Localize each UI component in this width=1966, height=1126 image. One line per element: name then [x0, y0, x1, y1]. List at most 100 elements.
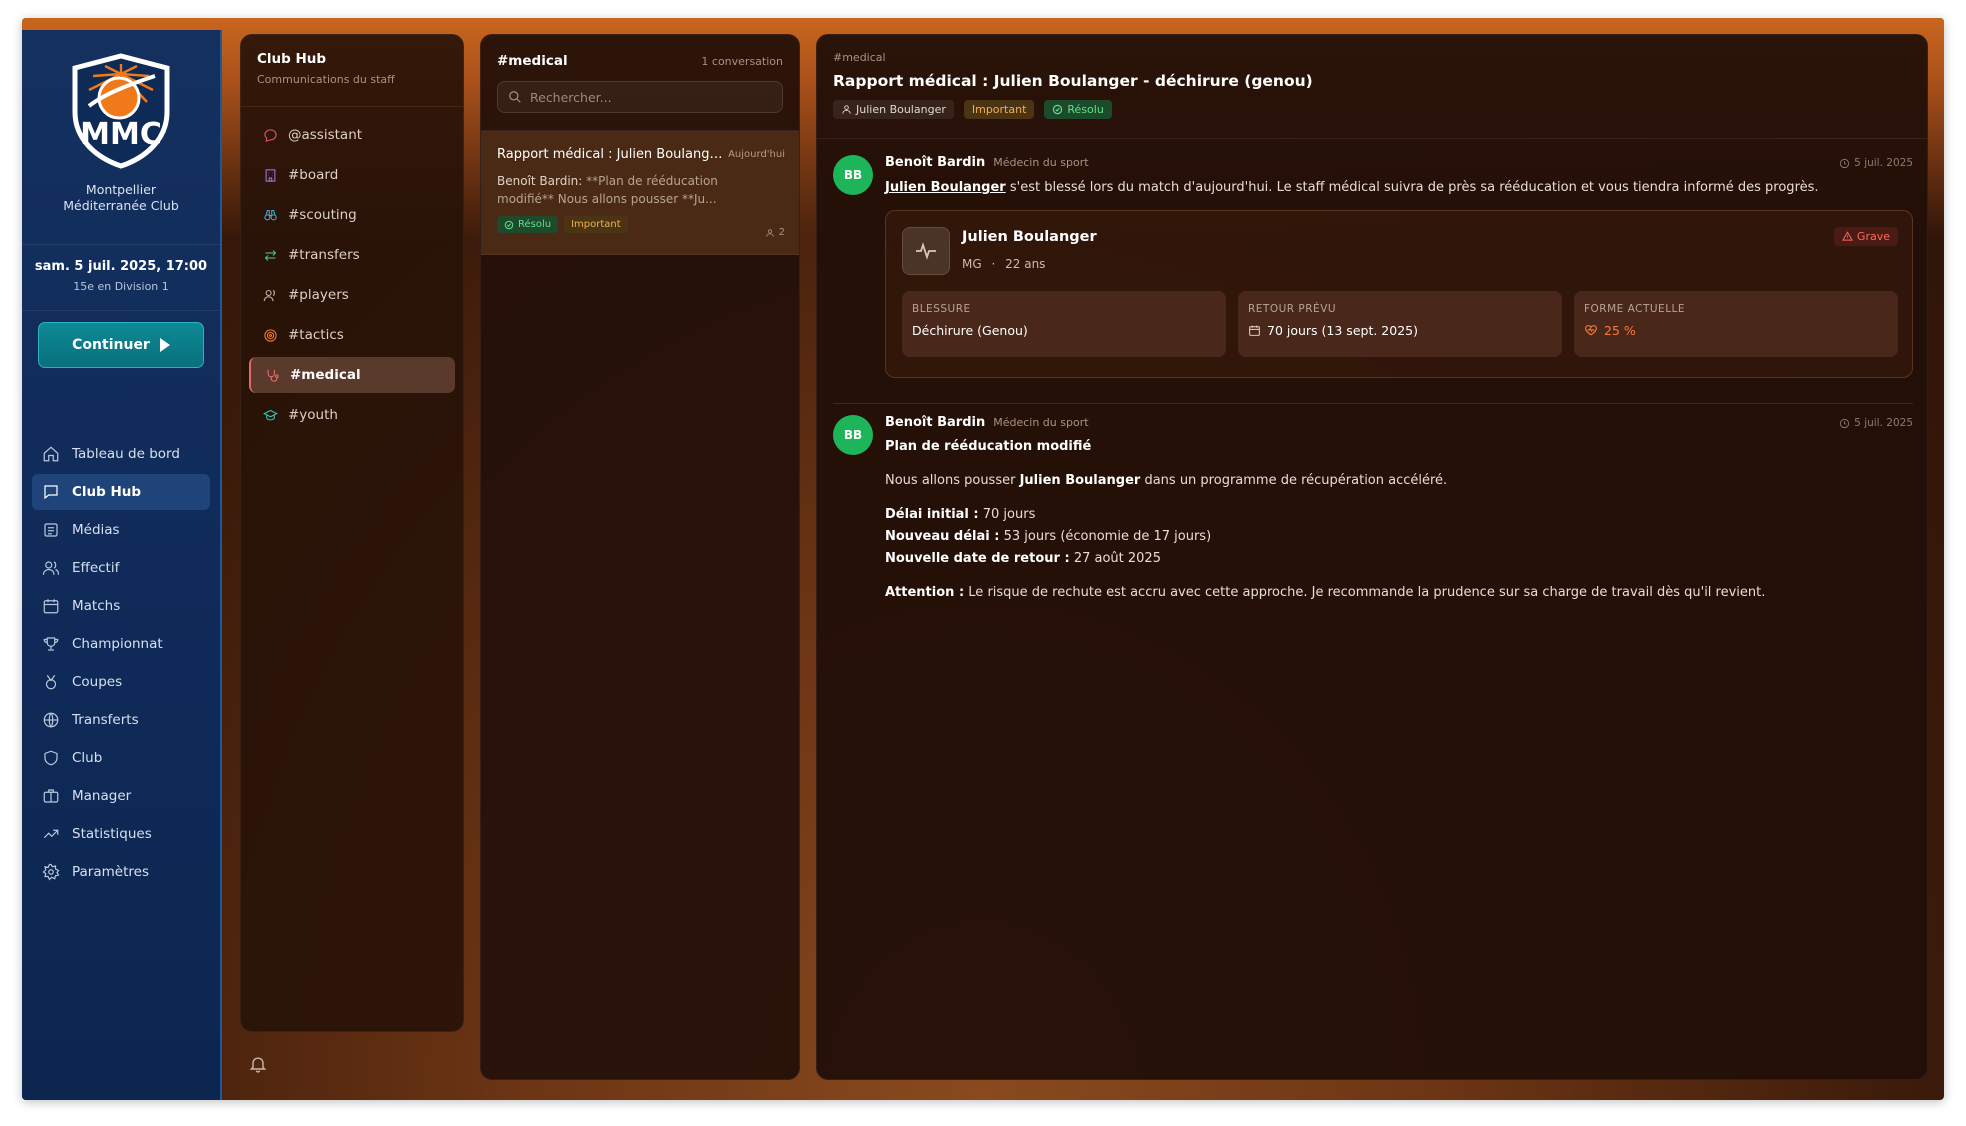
conversation-time: Aujourd'hui [728, 149, 785, 160]
building-icon [265, 168, 276, 182]
nav-item-club[interactable]: Club [32, 740, 210, 776]
game-date: sam. 5 juil. 2025, 17:00 [34, 259, 208, 274]
channel-label: #scouting [288, 207, 357, 223]
channel-label: #medical [290, 367, 361, 383]
message-role: Médecin du sport [993, 156, 1089, 169]
nav-label: Coupes [72, 674, 123, 690]
trend-icon [43, 829, 59, 839]
user-icon [765, 228, 774, 237]
detail-header: #medical Rapport médical : Julien Boulan… [817, 35, 1927, 139]
conversations-panel: #medical 1 conversation Rapport médical … [480, 34, 800, 1080]
return-date-key: Nouvelle date de retour : [885, 551, 1070, 566]
game-date-block: sam. 5 juil. 2025, 17:00 15e en Division… [22, 245, 220, 311]
message-paragraph: Nous allons pousser Julien Boulanger dan… [885, 470, 1913, 492]
nav-item-statistics[interactable]: Statistiques [32, 816, 210, 852]
nav-label: Club Hub [72, 484, 142, 500]
conversation-item[interactable]: Rapport médical : Julien Boulange... Auj… [481, 131, 799, 255]
player-link[interactable]: Julien Boulanger [885, 180, 1006, 195]
channel-board[interactable]: #board [249, 157, 455, 193]
message: BB 5 juil. 2025 Benoît Bardin Médecin du … [833, 155, 1913, 378]
nav-item-club-hub[interactable]: Club Hub [32, 474, 210, 510]
nav-item-media[interactable]: Médias [32, 512, 210, 548]
message-date: 5 juil. 2025 [1839, 157, 1913, 169]
meta-separator: · [991, 257, 996, 271]
nav-label: Transferts [72, 712, 139, 728]
app-window: MMC Montpellier Méditerranée Club sam. 5… [22, 18, 1944, 1100]
channel-medical[interactable]: #medical [249, 357, 455, 393]
channel-youth[interactable]: #youth [249, 397, 455, 433]
nav-item-cups[interactable]: Coupes [32, 664, 210, 700]
channels-title: Club Hub [257, 51, 327, 67]
severity-label: Grave [1856, 230, 1890, 243]
heart-pulse-icon [1585, 325, 1597, 336]
initial-delay-key: Délai initial : [885, 507, 979, 522]
club-logo: MMC [72, 53, 170, 169]
channel-scouting[interactable]: #scouting [249, 197, 455, 233]
player-tag-label: Julien Boulanger [856, 103, 946, 116]
nav-label: Club [72, 750, 103, 766]
continue-button[interactable]: Continuer [38, 322, 204, 368]
binoculars-icon [264, 209, 277, 220]
important-tag: Important [963, 100, 1035, 119]
nav-item-settings[interactable]: Paramètres [32, 854, 210, 890]
return-cell: RETOUR PRÉVU 70 jours (13 sept. 2025) [1238, 291, 1562, 357]
player-position: MG [962, 257, 982, 271]
channel-list: @assistant #board #scouting #transfers #… [241, 107, 463, 447]
new-delay-value: 53 jours (économie de 17 jours) [1003, 529, 1212, 544]
return-value: 70 jours (13 sept. 2025) [1267, 323, 1418, 338]
return-label: RETOUR PRÉVU [1248, 303, 1337, 315]
nav-label: Paramètres [72, 864, 149, 880]
nav-item-squad[interactable]: Effectif [32, 550, 210, 586]
trophy-icon [43, 637, 59, 651]
channel-label: @assistant [288, 127, 363, 143]
channel-label: #players [288, 287, 349, 303]
resolved-tag-label: Résolu [1067, 103, 1104, 116]
message-author: Benoît Bardin [885, 415, 986, 430]
sidebar: MMC Montpellier Méditerranée Club sam. 5… [22, 30, 222, 1100]
nav-item-transfers[interactable]: Transferts [32, 702, 210, 738]
bell-icon[interactable] [248, 1054, 268, 1074]
calendar-icon [43, 599, 59, 614]
search-input[interactable] [530, 89, 770, 105]
participants-count: 2 [765, 227, 785, 238]
briefcase-icon [43, 789, 59, 803]
channels-header: Club Hub Communications du staff [241, 35, 463, 107]
clock-icon [1840, 158, 1850, 168]
main-nav: Tableau de bord Club Hub Médias Effectif… [32, 436, 210, 892]
search-box[interactable] [497, 81, 783, 113]
nav-item-manager[interactable]: Manager [32, 778, 210, 814]
medal-icon [45, 674, 57, 690]
shield-icon [44, 750, 58, 766]
nav-item-championship[interactable]: Championnat [32, 626, 210, 662]
message: BB 5 juil. 2025 Benoît Bardin Médecin du … [833, 415, 1913, 604]
check-circle-icon [504, 220, 514, 229]
nav-label: Matchs [72, 598, 121, 614]
club-logo-block: MMC Montpellier Méditerranée Club [22, 30, 220, 245]
nav-label: Tableau de bord [72, 446, 180, 462]
player-tag[interactable]: Julien Boulanger [833, 100, 954, 119]
nav-label: Manager [72, 788, 132, 804]
users-icon [263, 289, 275, 301]
channel-transfers[interactable]: #transfers [249, 237, 455, 273]
nav-item-matches[interactable]: Matchs [32, 588, 210, 624]
player-mention: Julien Boulanger [1019, 473, 1141, 488]
warning-key: Attention : [885, 585, 965, 600]
nav-item-dashboard[interactable]: Tableau de bord [32, 436, 210, 472]
severity-badge: Grave [1833, 227, 1898, 246]
bubble-icon [264, 128, 277, 142]
injured-player-name[interactable]: Julien Boulanger [962, 229, 1097, 245]
home-icon [43, 446, 59, 462]
nav-label: Médias [72, 522, 120, 538]
form-cell: FORME ACTUELLE 25 % [1574, 291, 1898, 357]
message-heading: Plan de rééducation modifié [885, 439, 1092, 454]
channel-label: #tactics [288, 327, 344, 343]
channel-assistant[interactable]: @assistant [249, 117, 455, 153]
channel-tactics[interactable]: #tactics [249, 317, 455, 353]
conversation-badges: Résolu Important [497, 216, 785, 233]
channel-players[interactable]: #players [249, 277, 455, 313]
search-icon [509, 91, 521, 103]
gear-icon [42, 863, 60, 881]
form-value: 25 % [1604, 323, 1636, 338]
users-icon [42, 561, 60, 575]
clock-icon [1840, 418, 1850, 428]
